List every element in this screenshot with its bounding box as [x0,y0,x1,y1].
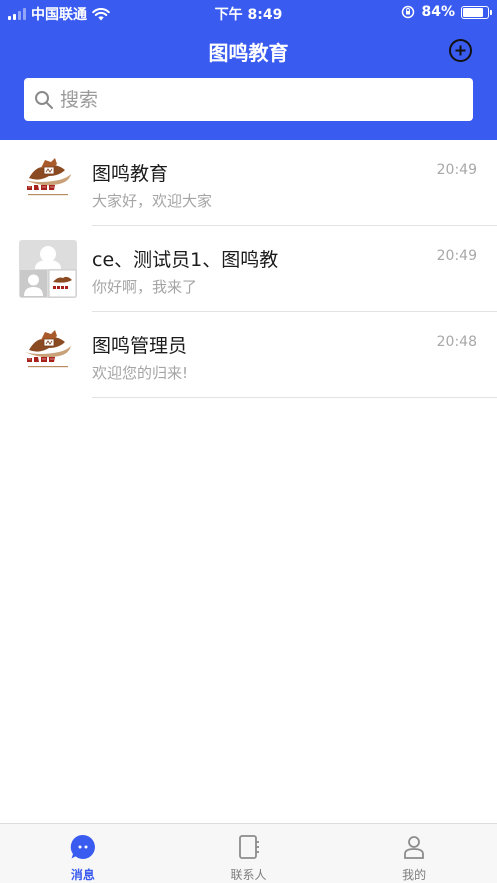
conversation-name: 图鸣教育 [92,163,169,185]
brand-logo-icon [19,154,77,212]
conversation-list: 图鸣教育 20:49 大家好，欢迎大家 ce、测试员1、图鸣教 20:49 你好… [0,140,497,398]
plus-circle-icon[interactable] [448,38,473,63]
chat-bubble-icon [70,834,95,859]
conversation-name: 图鸣管理员 [92,335,188,357]
conversation-last-message: 大家好，欢迎大家 [92,192,213,210]
conversation-name: ce、测试员1、图鸣教 [92,249,279,271]
conversation-item[interactable]: 图鸣管理员 20:48 欢迎您的归来! [0,312,497,398]
conversation-item[interactable]: ce、测试员1、图鸣教 20:49 你好啊，我来了 [0,226,497,312]
status-bar: 中国联通 下午 8:49 84% [0,0,497,26]
conversation-time: 20:48 [436,334,477,350]
contacts-book-icon [238,835,259,859]
search-bar[interactable] [24,78,473,121]
tab-label: 消息 [70,868,95,882]
conversation-time: 20:49 [436,248,477,264]
rotation-lock-icon [402,5,415,19]
battery-icon [461,5,492,19]
conversation-last-message: 你好啊，我来了 [92,278,198,296]
tab-profile[interactable]: 我的 [331,824,497,883]
brand-logo-icon [19,326,77,384]
battery-percent: 84% [421,4,455,20]
page-title: 图鸣教育 [208,41,289,65]
app-header: 中国联通 下午 8:49 84% 图鸣教育 [0,0,497,140]
brand-logo-avatar [19,326,77,384]
conversation-item[interactable]: 图鸣教育 20:49 大家好，欢迎大家 [0,140,497,226]
tab-label: 联系人 [230,868,267,882]
conversation-last-message: 欢迎您的归来! [92,364,189,382]
group-avatar [19,240,77,298]
person-icon [404,836,425,859]
tab-messages[interactable]: 消息 [0,824,166,883]
search-input[interactable] [60,88,440,111]
conversation-time: 20:49 [436,162,477,178]
tab-contacts[interactable]: 联系人 [166,824,332,883]
search-icon [35,90,53,109]
tab-label: 我的 [402,868,427,882]
divider [92,397,497,398]
tab-bar: 消息 联系人 我的 [0,823,497,883]
group-avatar-icon [19,240,77,298]
brand-logo-avatar [19,154,77,212]
